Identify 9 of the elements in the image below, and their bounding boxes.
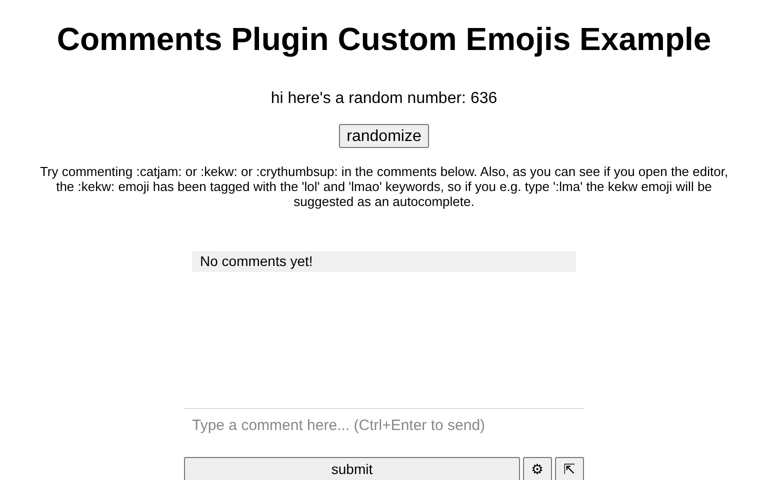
settings-button[interactable]: ⚙ xyxy=(523,457,552,480)
description-text: Try commenting :catjam: or :kekw: or :crythumbsup: in the comments below. Also, as you can see if you open the editor, the :kekw: emoji has been tagged with the 'lol' and 'lmao' keywords, so if you e.g. type ':lma' the kekw emoji will be suggested as an autocomplete. xyxy=(38,164,730,209)
page-title: Comments Plugin Custom Emojis Example xyxy=(56,21,712,58)
comments-empty-panel: No comments yet! xyxy=(192,251,576,272)
submit-button[interactable]: submit xyxy=(184,457,520,480)
random-number-text: hi here's a random number: 636 xyxy=(270,90,498,108)
randomize-button[interactable]: randomize xyxy=(338,124,430,148)
expand-button[interactable]: ⇱ xyxy=(555,457,584,480)
comment-input-field[interactable]: Type a comment here... (Ctrl+Enter to send) xyxy=(184,409,584,441)
